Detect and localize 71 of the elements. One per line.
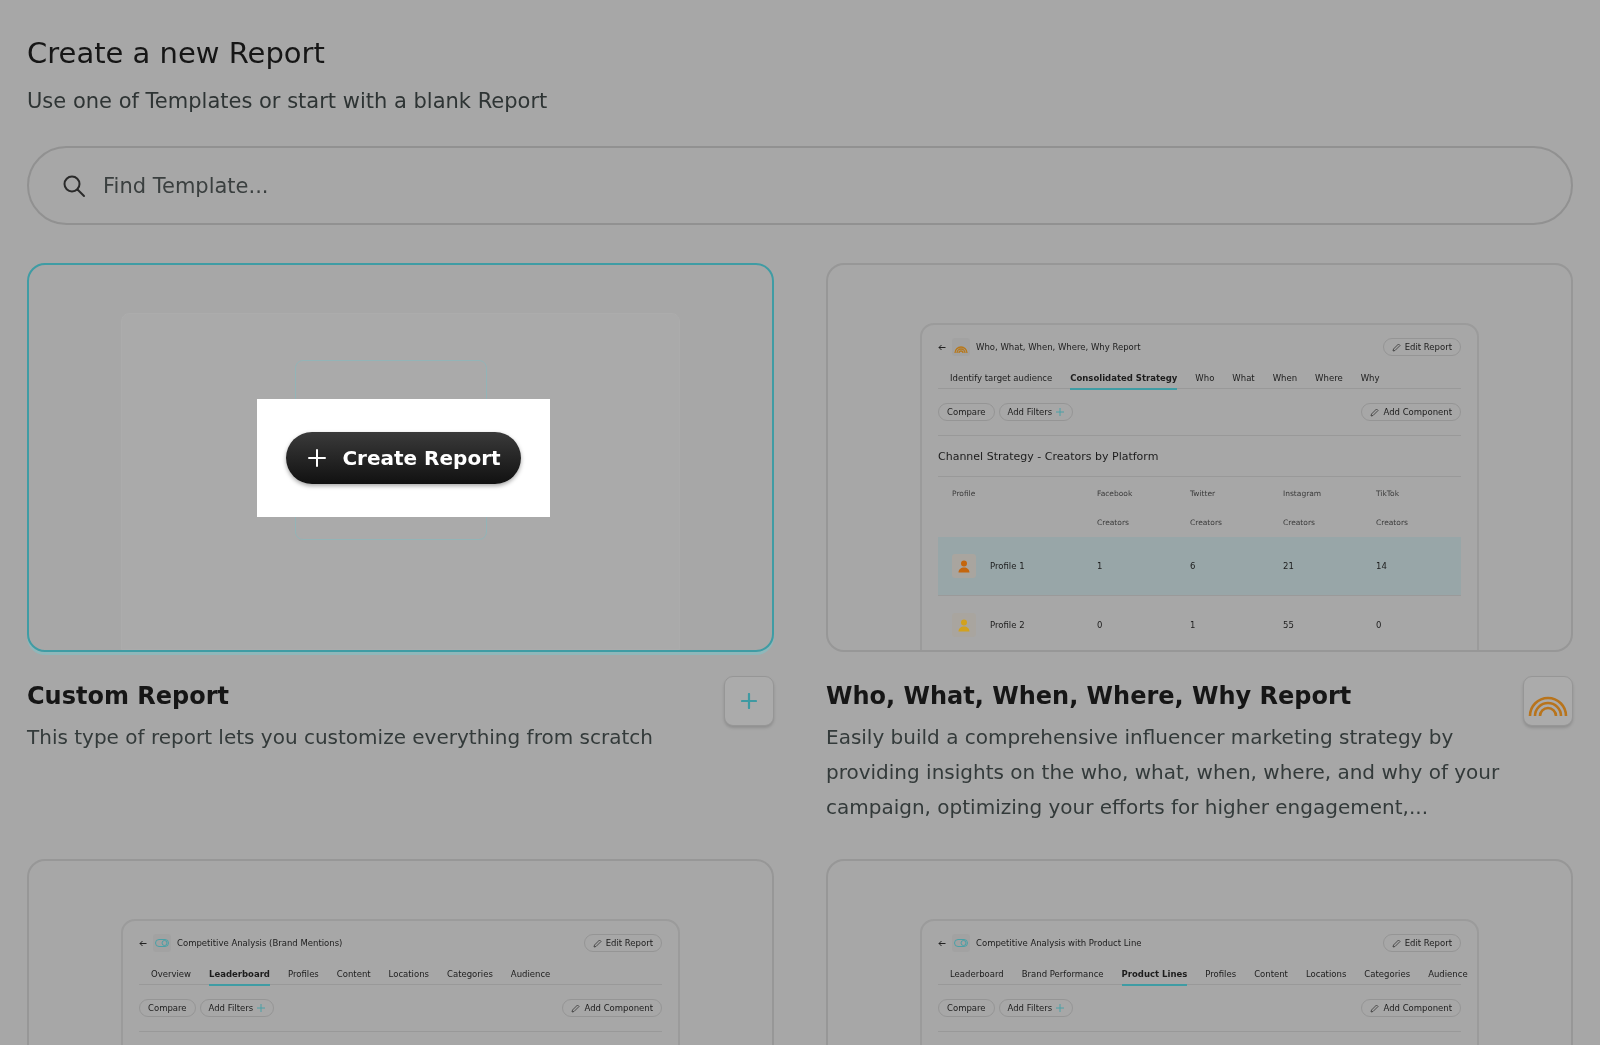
table-cell: 0	[1097, 620, 1103, 630]
table-cell: Profile 2	[990, 620, 1025, 630]
page-title: Create a new Report	[27, 35, 326, 72]
template-card[interactable]: Competitive Analysis with Product Line Edit Report Leaderboard Brand Performance Product Lines Profiles Content Locations Categories Audience Compare Add Filters Add Component	[826, 859, 1573, 1045]
template-card[interactable]: Competitive Analysis (Brand Mentions) Edit Report Overview Leaderboard Profiles Content Locations Categories Audience Compare Add Filters Add Component	[27, 859, 774, 1045]
pencil-icon	[592, 938, 602, 948]
template-card[interactable]	[826, 263, 1573, 652]
report-tab[interactable]: Content	[336, 969, 371, 984]
report-title: Competitive Analysis with Product Line	[976, 938, 1142, 948]
plus-icon	[308, 449, 327, 467]
back-arrow-icon	[938, 939, 946, 947]
report-tab[interactable]: Content	[1254, 969, 1288, 984]
back-arrow-icon	[139, 939, 147, 947]
report-tab[interactable]: Audience	[1428, 969, 1468, 984]
person-icon	[957, 618, 971, 632]
report-tab[interactable]: Who	[1195, 373, 1215, 388]
pencil-icon	[1391, 342, 1401, 352]
table-row[interactable]: Profile 1 1 6 21 14	[938, 537, 1461, 596]
report-tab[interactable]: Product Lines	[1121, 969, 1188, 986]
report-title: Who, What, When, Where, Why Report	[976, 342, 1141, 352]
table-cell: 1	[1190, 620, 1196, 630]
report-tab[interactable]: Categories	[1364, 969, 1411, 984]
table-cell: 14	[1376, 561, 1387, 571]
table-cell: Profile 1	[990, 561, 1025, 571]
template-icon-button[interactable]	[724, 676, 774, 726]
plus-icon	[1056, 1004, 1065, 1012]
table-cell: 1	[1097, 561, 1103, 571]
template-card[interactable]: Create Report	[27, 263, 774, 652]
pencil-icon	[571, 1003, 581, 1013]
search-field[interactable]: Find Template...	[27, 146, 1573, 225]
create-report-button[interactable]: Create Report	[286, 432, 521, 484]
plus-icon	[1056, 408, 1065, 416]
pencil-icon	[1391, 938, 1401, 948]
report-tab[interactable]: Audience	[510, 969, 551, 984]
table-cell: 6	[1190, 561, 1196, 571]
report-tab[interactable]: Where	[1315, 373, 1343, 388]
back-arrow-icon	[938, 343, 946, 351]
report-tab[interactable]: Overview	[151, 969, 192, 984]
template-icon-button[interactable]	[1523, 676, 1573, 726]
plus-icon	[741, 693, 757, 709]
report-tab[interactable]: Locations	[1305, 969, 1347, 984]
table-title: Channel Strategy - Creators by Platform	[938, 436, 1461, 477]
report-tab[interactable]: Consolidated Strategy	[1070, 373, 1178, 390]
pencil-icon	[1370, 1003, 1380, 1013]
table-cell: 0	[1376, 620, 1382, 630]
plus-icon	[257, 1004, 266, 1012]
template-description: This type of report lets you customize everything from scratch	[27, 724, 654, 751]
table-cell: 21	[1283, 561, 1294, 571]
report-tab[interactable]: Profiles	[287, 969, 319, 984]
toggle-icon	[954, 939, 968, 947]
report-tab[interactable]: Identify target audience	[950, 373, 1053, 388]
search-icon	[62, 174, 86, 198]
table-row[interactable]: Profile 2 0 1 55 0	[938, 596, 1461, 650]
report-tab[interactable]: Leaderboard	[950, 969, 1004, 984]
page-subtitle: Use one of Templates or start with a blank Report	[27, 88, 549, 115]
report-tab[interactable]: Why	[1360, 373, 1380, 388]
report-tab[interactable]: What	[1232, 373, 1255, 388]
pencil-icon	[1370, 407, 1380, 417]
report-title: Competitive Analysis (Brand Mentions)	[177, 938, 343, 948]
table-cell: 55	[1283, 620, 1294, 630]
toggle-icon	[155, 939, 169, 947]
report-tab[interactable]: Locations	[388, 969, 429, 984]
person-icon	[957, 559, 971, 573]
report-tab[interactable]: Categories	[447, 969, 493, 984]
template-title: Custom Report	[27, 681, 231, 712]
report-tab[interactable]: Profiles	[1205, 969, 1237, 984]
report-tab[interactable]: Brand Performance	[1021, 969, 1104, 984]
report-tab[interactable]: Leaderboard	[209, 969, 270, 986]
template-description: Easily build a comprehensive influencer marketing strategy by providing insights on the who, what, when, where, and why of your campaign, optimizing your efforts for higher engagement,...	[826, 724, 1501, 821]
report-tab[interactable]: When	[1272, 373, 1298, 388]
template-title: Who, What, When, Where, Why Report	[826, 681, 1353, 712]
